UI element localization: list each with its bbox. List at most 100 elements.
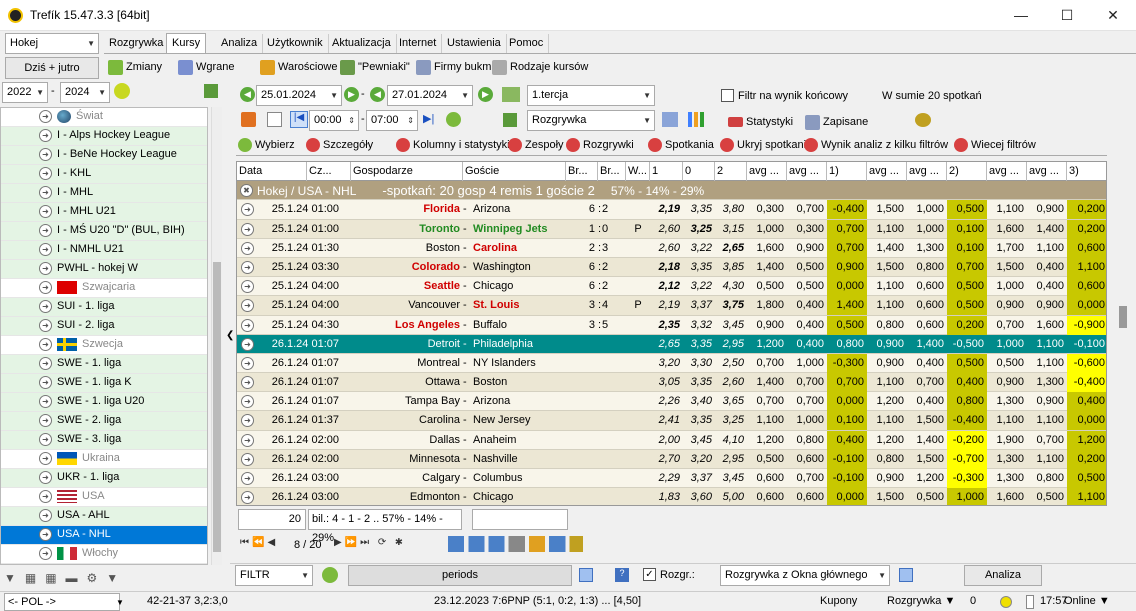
league-country-header[interactable]: ➜ Szwecja xyxy=(1,336,207,355)
action-5[interactable]: Spotkania xyxy=(648,136,714,155)
online-status[interactable]: Online ▼ xyxy=(1064,592,1110,611)
league-country-header[interactable]: ➜ Ukraina xyxy=(1,450,207,469)
zapisane-button[interactable]: Zapisane xyxy=(805,113,868,131)
kupony-button[interactable]: Kupony xyxy=(820,592,857,611)
league-country-header[interactable]: ➜ Szwajcaria xyxy=(1,279,207,298)
column-header[interactable]: avg ... xyxy=(867,162,907,181)
action-4[interactable]: Rozgrywki xyxy=(566,136,634,155)
action-3[interactable]: Zespoły xyxy=(508,136,564,155)
mode-select[interactable]: Rozgrywka ▼ xyxy=(527,110,655,131)
prev-date-icon[interactable]: ◀ xyxy=(240,87,255,102)
league-country-header[interactable]: ➜ USA xyxy=(1,488,207,507)
dollar-icon[interactable] xyxy=(204,84,218,98)
first-icon[interactable]: |◀ xyxy=(290,111,308,128)
table-row[interactable]: ➜ 26.1.24 03:00 Calgary - Columbus 2,29 3,37 3,… xyxy=(237,469,1106,489)
group-header-row[interactable]: ✖ Hokej / USA - NHL -spotkań: 20 gosp 4 re… xyxy=(237,181,1106,201)
column-header[interactable]: 0 xyxy=(683,162,715,181)
league-item[interactable]: ➜ SUI - 2. liga xyxy=(1,317,207,336)
column-header[interactable]: 2) xyxy=(947,162,987,181)
league-item[interactable]: ➜ITA - 1. liga xyxy=(1,564,207,565)
periods-button[interactable]: periods xyxy=(348,565,572,586)
tab-6[interactable]: Ustawienia xyxy=(442,34,507,53)
nav-first-prev[interactable]: ⏮⏪◀ xyxy=(240,537,278,548)
crosshair-icon[interactable] xyxy=(267,112,282,127)
league-item[interactable]: ➜ SWE - 1. liga xyxy=(1,355,207,374)
column-header[interactable]: avg ... xyxy=(787,162,827,181)
close-icon[interactable]: ✕ xyxy=(1090,0,1136,31)
column-header[interactable]: 1) xyxy=(827,162,867,181)
table-row[interactable]: ➜ 25.1.24 01:30 Boston - Carolina 2:3 2,60 3,22… xyxy=(237,238,1106,258)
apply-icon[interactable] xyxy=(502,87,520,102)
league-item[interactable]: ➜ SWE - 1. liga U20 xyxy=(1,393,207,412)
tab-2[interactable]: Analiza xyxy=(216,34,264,53)
column-header[interactable]: Gospodarze xyxy=(351,162,463,181)
column-header[interactable]: Cz... xyxy=(307,162,351,181)
grid-scrollbar[interactable] xyxy=(1117,161,1129,506)
action-6[interactable]: Ukryj spotkania xyxy=(720,136,812,155)
coins-icon[interactable] xyxy=(915,113,931,127)
league-country-header[interactable]: ➜ Włochy xyxy=(1,545,207,564)
nav-next-last[interactable]: ▶⏩⏭ ⟳ ✱ xyxy=(334,537,406,548)
table-row[interactable]: ➜ 26.1.24 01:07 Detroit - Philadelphia 2,65 3,… xyxy=(237,334,1106,354)
table-row[interactable]: ➜ 25.1.24 01:00 Toronto - Winnipeg Jets 1:0 P 2… xyxy=(237,219,1106,239)
sport-select[interactable]: Hokej ▼ xyxy=(5,33,99,54)
league-item[interactable]: ➜ PWHL - hokej W xyxy=(1,260,207,279)
table-row[interactable]: ➜ 26.1.24 01:37 Carolina - New Jersey 2,41 3,3… xyxy=(237,411,1106,431)
time-to-input[interactable]: 07:00 ⇕ xyxy=(366,110,418,131)
import2-icon[interactable] xyxy=(899,568,913,582)
column-header[interactable]: 1 xyxy=(650,162,683,181)
statystyki-button[interactable]: Statystyki xyxy=(728,113,793,131)
import-icon[interactable] xyxy=(579,568,593,582)
league-item[interactable]: ➜ I - KHL xyxy=(1,165,207,184)
tab-1[interactable]: Kursy xyxy=(166,33,207,54)
filtr-checkbox[interactable] xyxy=(721,89,734,102)
date-range-button[interactable]: Dziś + jutro xyxy=(5,57,99,79)
year-to-select[interactable]: 2024 ▼ xyxy=(60,82,110,103)
table-row[interactable]: ➜ 26.1.24 02:00 Dallas - Anaheim 2,00 3,45 4,10… xyxy=(237,430,1106,450)
tab-7[interactable]: Pomoc xyxy=(504,34,550,53)
pewniaki-button[interactable]: "Pewniaki" xyxy=(340,58,410,76)
tab-5[interactable]: Internet xyxy=(394,34,443,53)
analiza-button[interactable]: Analiza xyxy=(964,565,1042,586)
date-to-input[interactable]: 27.01.2024 ▼ xyxy=(387,85,473,106)
league-country-header[interactable]: ➜ Świat xyxy=(1,108,207,127)
action-0[interactable]: Wybierz xyxy=(238,136,295,155)
rozgr-checkbox[interactable]: ✓ xyxy=(643,568,656,581)
filtr-select[interactable]: FILTR ▼ xyxy=(235,565,313,586)
league-item[interactable]: ➜ UKR - 1. liga xyxy=(1,469,207,488)
league-item[interactable]: ➜ SWE - 1. liga K xyxy=(1,374,207,393)
left-bottom-toolbar[interactable]: ▼▦▦▬⚙▼ xyxy=(4,571,209,586)
table-row[interactable]: ➜ 25.1.24 03:30 Colorado - Washington 6:2 2,18… xyxy=(237,257,1106,278)
tab-4[interactable]: Aktualizacja xyxy=(327,34,397,53)
action-8[interactable]: Wiecej filtrów xyxy=(954,136,1036,155)
maximize-icon[interactable]: ☐ xyxy=(1044,0,1090,31)
column-header[interactable]: 2 xyxy=(715,162,747,181)
league-item[interactable]: ➜ I - BeNe Hockey League xyxy=(1,146,207,165)
dollar-filter-icon[interactable] xyxy=(503,113,517,127)
time-from-input[interactable]: 00:00 ⇕ xyxy=(309,110,359,131)
column-header[interactable]: Br... xyxy=(598,162,626,181)
league-item[interactable]: ➜ USA - NHL xyxy=(1,526,207,545)
action-7[interactable]: Wynik analiz z kilku filtrów xyxy=(804,136,948,155)
action-2[interactable]: Kolumny i statystyki xyxy=(396,136,510,155)
table-row[interactable]: ➜ 26.1.24 02:00 Minnesota - Nashville 2,70 3,2… xyxy=(237,449,1106,469)
league-item[interactable]: ➜ USA - AHL xyxy=(1,507,207,526)
league-item[interactable]: ➜ SWE - 3. liga xyxy=(1,431,207,450)
filtr-confirm-icon[interactable] xyxy=(322,567,338,583)
help-icon[interactable]: ? xyxy=(615,568,629,582)
grid-tools-icons[interactable] xyxy=(448,536,583,552)
column-header[interactable]: avg ... xyxy=(907,162,947,181)
prev-date-to-icon[interactable]: ◀ xyxy=(370,87,385,102)
tab-3[interactable]: Użytkownik xyxy=(262,34,329,53)
date-from-input[interactable]: 25.01.2024 ▼ xyxy=(256,85,342,106)
minimize-icon[interactable]: — xyxy=(998,0,1044,31)
league-item[interactable]: ➜ SWE - 2. liga xyxy=(1,412,207,431)
collapse-arrow-icon[interactable]: ❮ xyxy=(226,330,234,341)
period-select[interactable]: 1.tercja ▼ xyxy=(527,85,655,106)
zmiany-button[interactable]: Zmiany xyxy=(108,58,162,76)
confirm-icon[interactable] xyxy=(446,112,461,127)
rozgrywka-status[interactable]: Rozgrywka ▼ xyxy=(887,592,955,611)
league-item[interactable]: ➜ I - MHL xyxy=(1,184,207,203)
league-item[interactable]: ➜ I - MHL U21 xyxy=(1,203,207,222)
table-row[interactable]: ➜ 25.1.24 01:00 Florida - Arizona 6:2 2,19 3,35… xyxy=(237,200,1106,220)
